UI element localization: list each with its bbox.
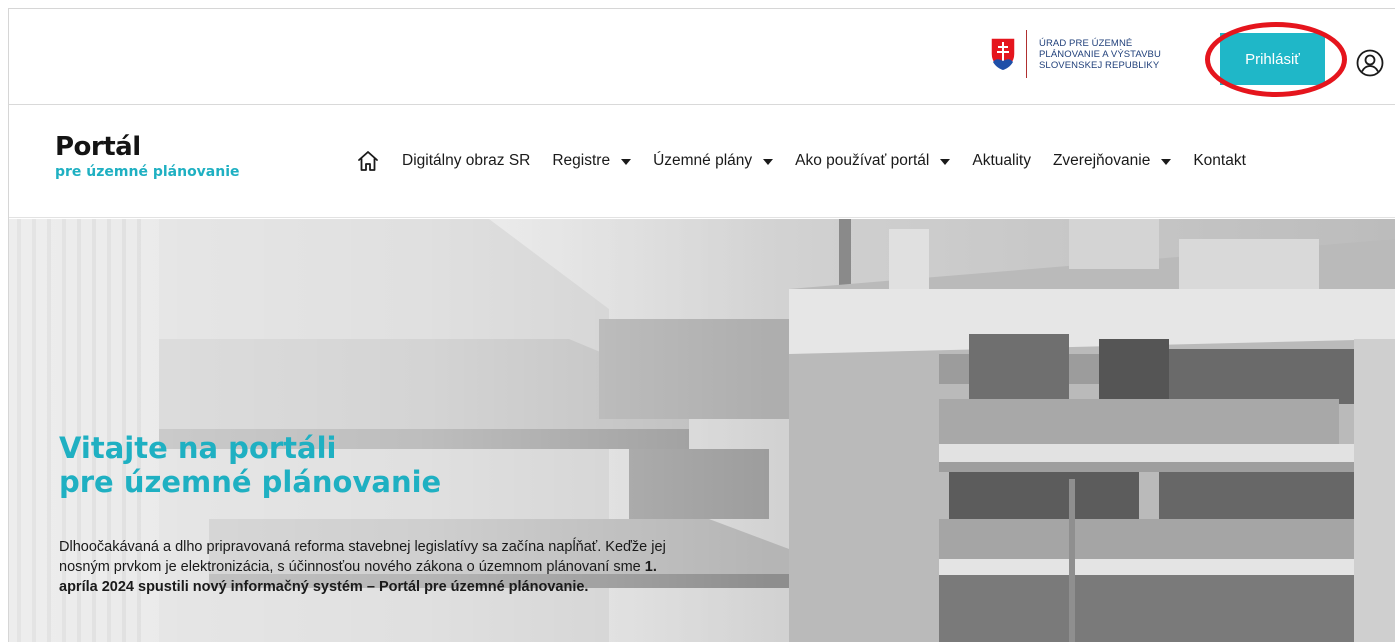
chevron-down-icon xyxy=(763,159,774,165)
hero-title-line: Vitajte na portáli xyxy=(59,431,337,465)
browser-viewport: ÚRAD PRE ÚZEMNÉ PLÁNOVANIE A VÝSTAVBU SL… xyxy=(8,8,1395,642)
nav-item-ako-pouzivat[interactable]: Ako používať portál xyxy=(795,152,951,170)
hero-description: Dlhoočakávaná a dlho pripravovaná reform… xyxy=(59,537,699,597)
user-account-icon[interactable] xyxy=(1356,49,1384,77)
nav-item-label: Územné plány xyxy=(653,152,753,169)
slovak-coat-of-arms-icon xyxy=(990,37,1016,71)
nav-item-label: Digitálny obraz SR xyxy=(402,152,531,169)
nav-item-digitalny-obraz[interactable]: Digitálny obraz SR xyxy=(402,152,530,170)
nav-item-aktuality[interactable]: Aktuality xyxy=(972,152,1031,170)
main-menu: Digitálny obraz SR Registre Územné plány… xyxy=(354,146,1246,176)
nav-item-uzemne-plany[interactable]: Územné plány xyxy=(653,152,774,170)
home-icon[interactable] xyxy=(356,149,380,173)
nav-item-label: Zverejňovanie xyxy=(1052,152,1151,169)
chevron-down-icon xyxy=(621,159,632,165)
logo-subtitle: pre územné plánovanie xyxy=(55,164,240,180)
government-logo[interactable]: ÚRAD PRE ÚZEMNÉ PLÁNOVANIE A VÝSTAVBU SL… xyxy=(990,28,1161,80)
hero-title: Vitajte na portáli pre územné plánovanie xyxy=(59,431,441,499)
gov-logo-line: SLOVENSKEJ REPUBLIKY xyxy=(1039,59,1160,71)
gov-logo-line: ÚRAD PRE ÚZEMNÉ xyxy=(1039,37,1133,49)
main-navigation-bar: Portál pre územné plánovanie Digitálny o… xyxy=(9,106,1395,218)
gov-logo-line: PLÁNOVANIE A VÝSTAVBU xyxy=(1039,48,1161,60)
portal-logo[interactable]: Portál pre územné plánovanie xyxy=(55,132,240,181)
chevron-down-icon xyxy=(1161,159,1172,165)
nav-item-label: Kontakt xyxy=(1193,152,1246,169)
nav-item-label: Ako používať portál xyxy=(795,152,930,169)
nav-item-label: Aktuality xyxy=(972,152,1031,169)
hero-description-text: Dlhoočakávaná a dlho pripravovaná reform… xyxy=(59,539,666,575)
nav-item-kontakt[interactable]: Kontakt xyxy=(1193,152,1246,170)
logo-title: Portál xyxy=(55,132,141,162)
nav-item-zverejnovanie[interactable]: Zverejňovanie xyxy=(1052,152,1172,170)
nav-item-registre[interactable]: Registre xyxy=(552,152,632,170)
hero-title-line: pre územné plánovanie xyxy=(59,465,442,499)
hero-section: Vitajte na portáli pre územné plánovanie… xyxy=(9,219,1395,642)
nav-item-label: Registre xyxy=(552,152,611,169)
gov-logo-text: ÚRAD PRE ÚZEMNÉ PLÁNOVANIE A VÝSTAVBU SL… xyxy=(1039,38,1161,71)
top-bar: ÚRAD PRE ÚZEMNÉ PLÁNOVANIE A VÝSTAVBU SL… xyxy=(9,9,1395,105)
login-button[interactable]: Prihlásiť xyxy=(1220,33,1325,85)
chevron-down-icon xyxy=(940,159,951,165)
gov-logo-divider xyxy=(1026,30,1027,78)
